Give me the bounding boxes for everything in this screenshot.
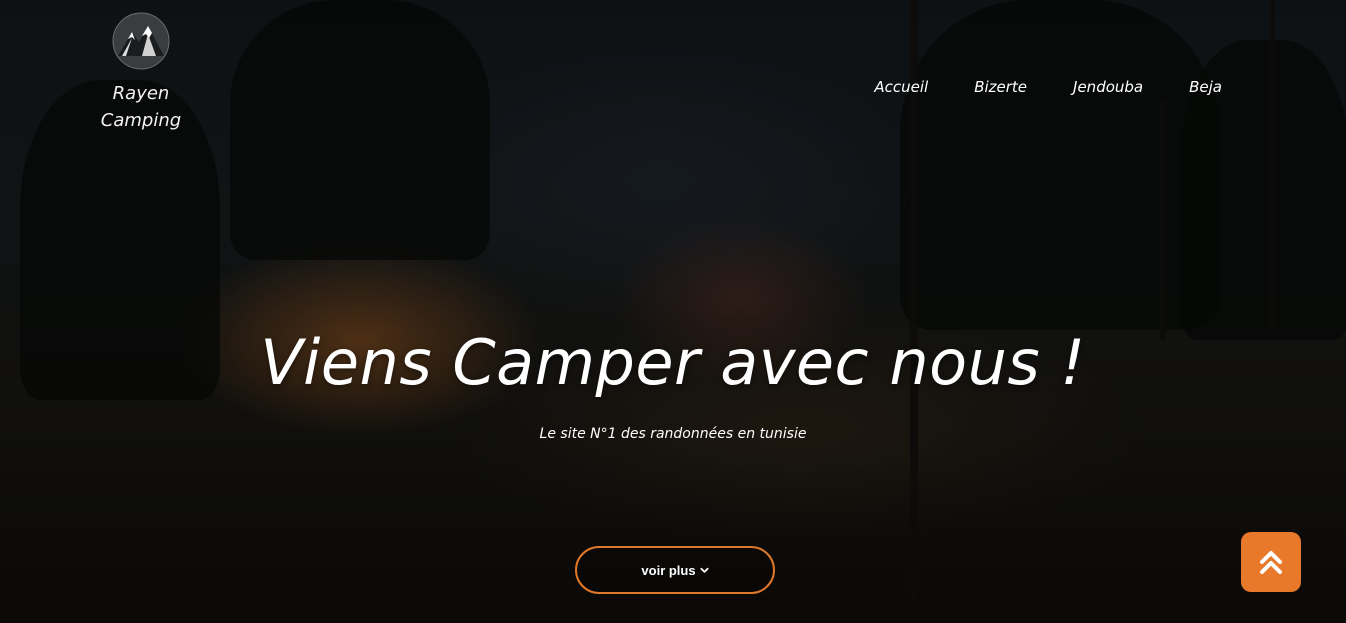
nav-item-jendouba[interactable]: Jendouba [1073,78,1143,96]
brand-name-line2: Camping [100,110,182,131]
hero-subtitle: Le site N°1 des randonnées en tunisie [539,426,807,442]
nav-item-beja[interactable]: Beja [1189,78,1222,96]
brand-name: Rayen Camping [96,80,186,134]
hero-title: Viens Camper avec nous ! [260,326,1086,399]
brand-name-line1: Rayen [112,83,170,104]
voir-plus-label: voir plus [641,562,696,578]
chevron-down-icon [700,567,709,573]
hero-section: Rayen Camping Accueil Bizerte Jendouba B… [0,0,1346,623]
mountain-logo-icon [112,12,170,70]
brand[interactable]: Rayen Camping [96,12,186,134]
voir-plus-button[interactable]: voir plus [575,546,775,594]
scroll-to-top-button[interactable] [1241,532,1301,592]
main-nav: Accueil Bizerte Jendouba Beja [828,78,1222,96]
double-chevron-up-icon [1260,551,1282,574]
nav-item-accueil[interactable]: Accueil [874,78,928,96]
nav-item-bizerte[interactable]: Bizerte [974,78,1027,96]
